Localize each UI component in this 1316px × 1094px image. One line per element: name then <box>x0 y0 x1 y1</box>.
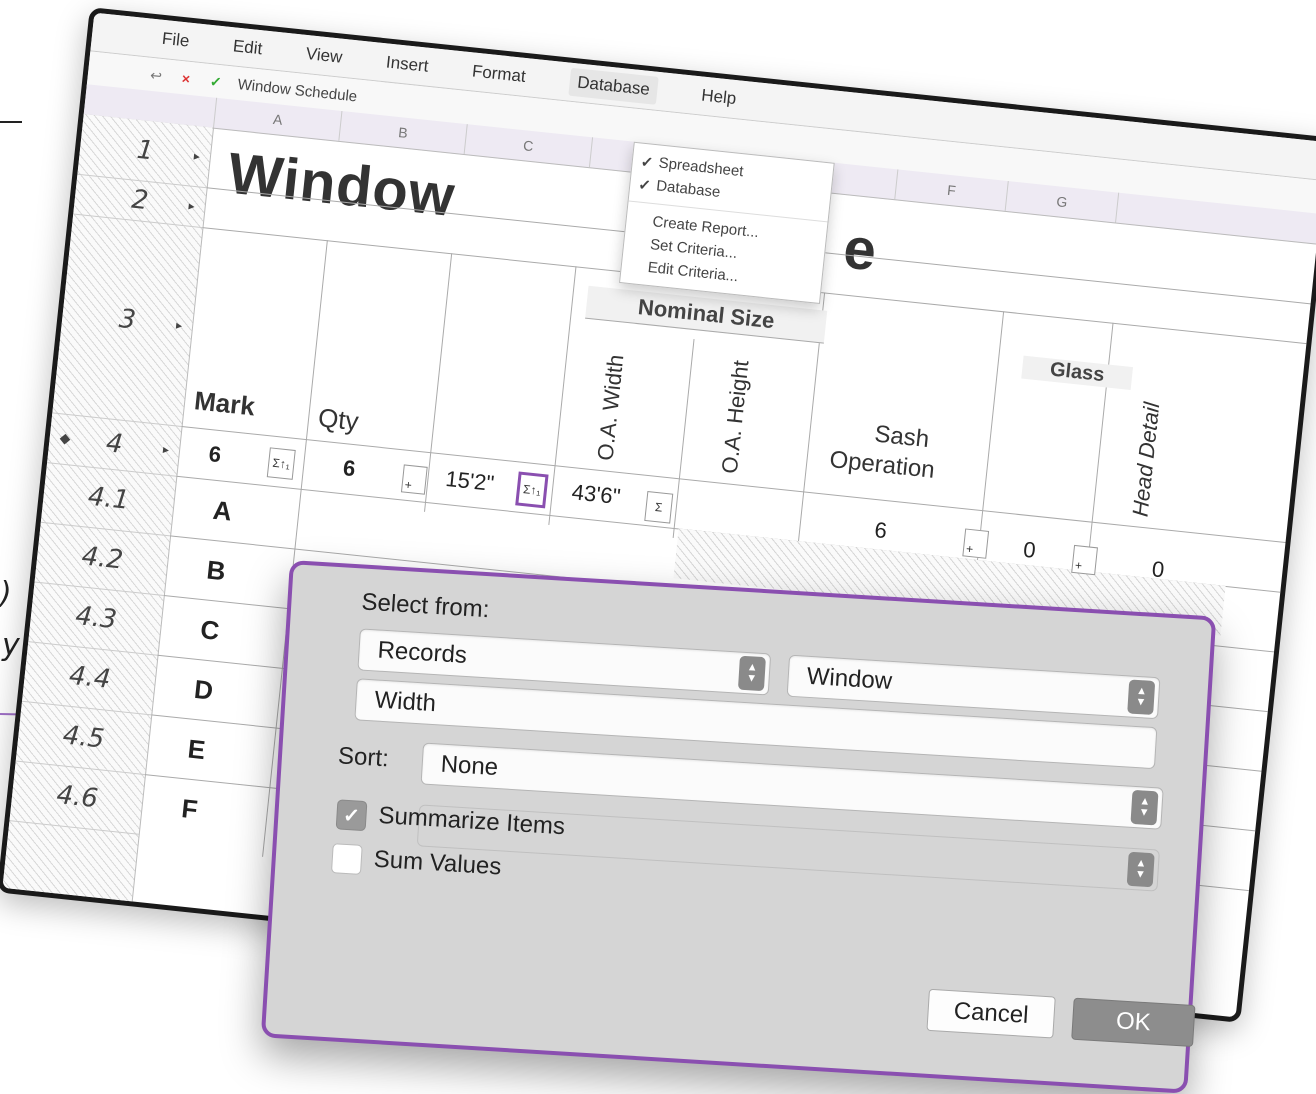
summarize-items-checkbox[interactable]: ✓ <box>335 799 368 832</box>
row-header-3[interactable]: 3 ▸ <box>52 213 203 427</box>
menu-help[interactable]: Help <box>700 86 738 110</box>
row-expand-icon: ▸ <box>162 442 170 457</box>
mark-cell[interactable]: A <box>211 495 234 528</box>
ok-button[interactable]: OK <box>1071 997 1196 1048</box>
header-head-detail: Head Detail <box>1127 401 1165 518</box>
row-expand-icon: ▸ <box>187 198 196 214</box>
accept-entry-icon[interactable]: ✓ <box>207 73 225 91</box>
row-number: 4 <box>104 428 125 460</box>
plus-button[interactable]: + <box>1071 544 1098 576</box>
plus-button[interactable]: + <box>962 528 990 559</box>
header-qty: Qty <box>316 402 361 437</box>
updown-arrows-icon: ▲ ▼ <box>1127 679 1156 715</box>
summary-qty[interactable]: 6 <box>342 455 357 482</box>
sigma-button[interactable]: Σ↑₁ <box>266 447 296 480</box>
document-name: Window Schedule <box>236 75 359 105</box>
sort-label: Sort: <box>337 742 390 773</box>
sheet-title-left[interactable]: Window <box>225 140 459 230</box>
row-header-4-6[interactable]: 4.6 <box>9 760 146 835</box>
select-from-label: Select from: <box>360 588 491 624</box>
row-number: 3 <box>117 303 138 336</box>
mark-cell[interactable]: E <box>186 733 206 766</box>
row-number: 2 <box>130 184 150 217</box>
updown-arrows-icon: ▲ ▼ <box>737 655 766 692</box>
row-number: 1 <box>135 134 156 167</box>
row-group-diamond-icon: ◆ <box>58 430 72 448</box>
cancel-entry-icon[interactable]: × <box>177 70 195 88</box>
window-select-value: Window <box>806 662 893 695</box>
summary-sash[interactable]: 6 <box>873 517 888 544</box>
glass-group-header: Glass <box>1021 355 1134 390</box>
sigma-button-highlighted[interactable]: Σ↑₁ <box>515 471 549 509</box>
annotation-fragment: ) <box>0 576 12 611</box>
header-sash: Sash <box>873 420 931 454</box>
header-oa-width: O.A. Width <box>592 353 629 462</box>
mark-cell[interactable]: D <box>193 674 215 707</box>
mark-cell[interactable]: C <box>199 614 221 647</box>
column-divider <box>672 339 695 539</box>
undo-icon[interactable]: ↩ <box>147 66 165 85</box>
select-records-dialog: Select from: Records ▲ ▼ Window ▲ ▼ Width … <box>260 560 1217 1094</box>
plus-button[interactable]: + <box>400 464 428 495</box>
menu-database[interactable]: Database <box>567 67 660 105</box>
updown-arrows-icon: ▲ ▼ <box>1126 851 1155 888</box>
summary-width[interactable]: 15'2" <box>444 466 495 497</box>
sheet-title-right[interactable]: e <box>840 214 880 284</box>
summary-height[interactable]: 43'6" <box>571 479 622 510</box>
summary-glass[interactable]: 0 <box>1022 537 1037 564</box>
row-expand-icon: ▸ <box>193 148 201 164</box>
cancel-button[interactable]: Cancel <box>926 988 1056 1039</box>
mark-cell[interactable]: B <box>205 554 227 587</box>
mark-cell[interactable]: F <box>180 793 199 825</box>
sigma-button[interactable]: Σ <box>644 491 674 524</box>
column-divider <box>1085 322 1114 582</box>
annotation-fragment: y <box>2 628 20 663</box>
header-oa-height: O.A. Height <box>716 359 754 475</box>
summarize-items-label: Summarize Items <box>377 801 566 841</box>
summary-mark-count[interactable]: 6 <box>208 441 223 468</box>
sum-values-label: Sum Values <box>373 845 503 881</box>
menu-insert[interactable]: Insert <box>385 52 429 76</box>
menu-edit[interactable]: Edit <box>232 36 263 59</box>
row-expand-icon: ▸ <box>175 317 183 333</box>
menu-view[interactable]: View <box>305 44 343 68</box>
sum-values-checkbox[interactable] <box>330 843 363 875</box>
records-select-value: Records <box>376 636 468 669</box>
menu-file[interactable]: File <box>161 29 190 52</box>
database-menu-dropdown: Spreadsheet Database Create Report... Se… <box>619 141 835 305</box>
updown-arrows-icon: ▲ ▼ <box>1130 789 1159 826</box>
menu-format[interactable]: Format <box>471 61 527 87</box>
annotation-rule <box>0 121 22 123</box>
header-mark: Mark <box>192 385 257 422</box>
